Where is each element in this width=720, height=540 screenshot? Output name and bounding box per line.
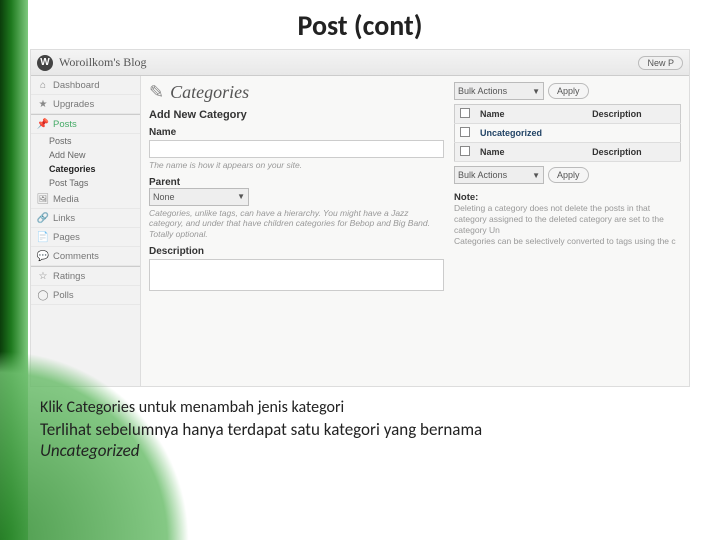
sidebar-sub-add-new[interactable]: Add New bbox=[31, 148, 140, 162]
category-page-icon: ✎ bbox=[149, 82, 164, 103]
sidebar-sub-categories[interactable]: Categories bbox=[31, 162, 140, 176]
wp-admin-header: W Woroilkom's Blog New P bbox=[31, 50, 689, 76]
category-list-panel: Bulk Actions ▼ Apply Name Description bbox=[454, 82, 681, 380]
page-icon: 📄 bbox=[37, 231, 49, 243]
sidebar-item-label: Comments bbox=[53, 251, 99, 262]
row-checkbox[interactable] bbox=[460, 127, 470, 137]
new-post-button[interactable]: New P bbox=[638, 56, 683, 70]
name-field-label: Name bbox=[149, 127, 444, 138]
comment-icon: 💬 bbox=[37, 250, 49, 262]
description-field-label: Description bbox=[149, 246, 444, 257]
sidebar-item-label: Posts bbox=[53, 119, 77, 130]
blog-name[interactable]: Woroilkom's Blog bbox=[59, 55, 147, 70]
note-heading: Note: bbox=[454, 192, 681, 203]
bulk-actions-value: Bulk Actions bbox=[458, 170, 507, 180]
sidebar-item-comments[interactable]: 💬 Comments bbox=[31, 247, 140, 266]
sidebar-item-label: Media bbox=[53, 194, 79, 205]
sidebar-item-dashboard[interactable]: ⌂ Dashboard bbox=[31, 76, 140, 95]
home-icon: ⌂ bbox=[37, 79, 49, 91]
sidebar-item-pages[interactable]: 📄 Pages bbox=[31, 228, 140, 247]
name-hint: The name is how it appears on your site. bbox=[149, 160, 444, 171]
caption-line-2: Terlihat sebelumnya hanya terdapat satu … bbox=[40, 419, 696, 440]
table-col-description[interactable]: Description bbox=[587, 105, 680, 124]
chevron-down-icon: ▼ bbox=[532, 87, 540, 96]
name-input[interactable] bbox=[149, 140, 444, 158]
category-name-link[interactable]: Uncategorized bbox=[475, 124, 587, 143]
sidebar-item-polls[interactable]: ◯ Polls bbox=[31, 286, 140, 305]
apply-button-top[interactable]: Apply bbox=[548, 83, 589, 99]
table-row: Uncategorized bbox=[455, 124, 681, 143]
page-title: Categories bbox=[170, 82, 249, 103]
caption-line-1: Klik Categories untuk menambah jenis kat… bbox=[40, 398, 696, 417]
bulk-actions-select-bottom[interactable]: Bulk Actions ▼ bbox=[454, 166, 544, 184]
media-icon: 🖼 bbox=[37, 193, 49, 205]
sidebar-item-posts[interactable]: 📌 Posts bbox=[31, 115, 140, 134]
parent-select-value: None bbox=[153, 192, 175, 202]
slide-title: Post (cont) bbox=[0, 0, 720, 49]
chevron-down-icon: ▼ bbox=[532, 171, 540, 180]
sidebar-item-ratings[interactable]: ☆ Ratings bbox=[31, 267, 140, 286]
categories-table: Name Description Uncategorized bbox=[454, 104, 681, 162]
parent-select[interactable]: None ▼ bbox=[149, 188, 249, 206]
pin-icon: 📌 bbox=[37, 118, 49, 130]
apply-button-bottom[interactable]: Apply bbox=[548, 167, 589, 183]
bulk-actions-value: Bulk Actions bbox=[458, 86, 507, 96]
description-input[interactable] bbox=[149, 259, 444, 291]
sidebar-item-links[interactable]: 🔗 Links bbox=[31, 209, 140, 228]
polls-icon: ◯ bbox=[37, 289, 49, 301]
table-col-name[interactable]: Name bbox=[475, 105, 587, 124]
note-text-2: Categories can be selectively converted … bbox=[454, 236, 681, 247]
star-icon: ★ bbox=[37, 98, 49, 110]
bulk-actions-select[interactable]: Bulk Actions ▼ bbox=[454, 82, 544, 100]
sidebar-item-media[interactable]: 🖼 Media bbox=[31, 190, 140, 209]
sidebar-sub-post-tags[interactable]: Post Tags bbox=[31, 176, 140, 190]
sidebar-item-label: Links bbox=[53, 213, 75, 224]
sidebar-item-label: Upgrades bbox=[53, 99, 94, 110]
table-col-description-footer[interactable]: Description bbox=[587, 143, 680, 162]
sidebar-sub-posts[interactable]: Posts bbox=[31, 134, 140, 148]
sidebar-item-upgrades[interactable]: ★ Upgrades bbox=[31, 95, 140, 114]
sidebar-item-label: Ratings bbox=[53, 271, 85, 282]
add-new-category-heading: Add New Category bbox=[149, 109, 444, 121]
select-all-checkbox-top[interactable] bbox=[460, 108, 470, 118]
sidebar-item-label: Polls bbox=[53, 290, 74, 301]
caption-line-3: Uncategorized bbox=[40, 440, 696, 461]
slide-captions: Klik Categories untuk menambah jenis kat… bbox=[40, 398, 696, 461]
sidebar-item-label: Pages bbox=[53, 232, 80, 243]
note-text: Deleting a category does not delete the … bbox=[454, 203, 681, 236]
table-col-name-footer[interactable]: Name bbox=[475, 143, 587, 162]
parent-field-label: Parent bbox=[149, 177, 444, 188]
link-icon: 🔗 bbox=[37, 212, 49, 224]
ratings-icon: ☆ bbox=[37, 270, 49, 282]
wordpress-logo-icon: W bbox=[37, 55, 53, 71]
parent-hint: Categories, unlike tags, can have a hier… bbox=[149, 208, 444, 240]
sidebar-item-label: Dashboard bbox=[53, 80, 99, 91]
chevron-down-icon: ▼ bbox=[237, 192, 245, 201]
select-all-checkbox-bottom[interactable] bbox=[460, 146, 470, 156]
